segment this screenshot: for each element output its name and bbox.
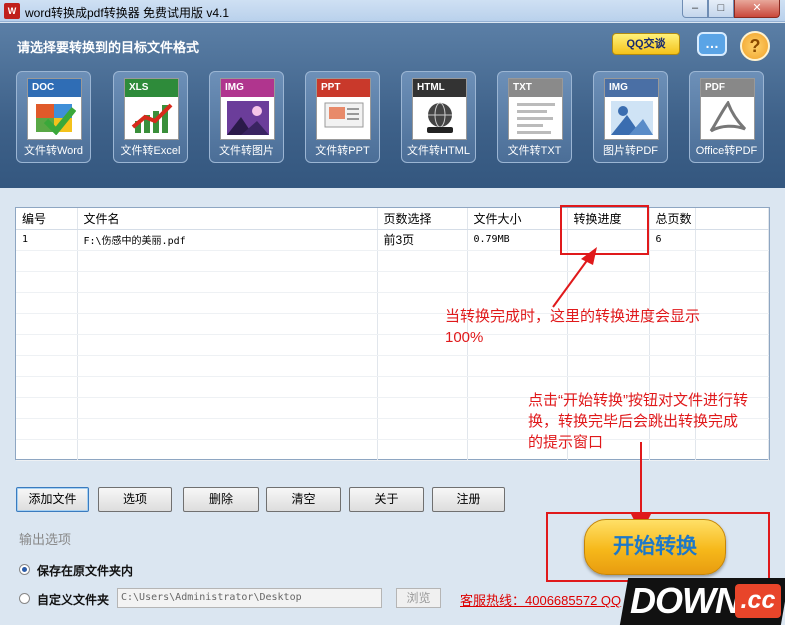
column-header[interactable]: 文件名 — [77, 208, 378, 230]
tool-to-ppt[interactable]: PPT 文件转PPT — [305, 71, 380, 163]
window-title: word转换成pdf转换器 免费试用版 v4.1 — [25, 6, 230, 20]
pdf-icon: PDF — [700, 78, 755, 140]
format-header: 请选择要转换到的目标文件格式 QQ交谈 … ? DOC 文件转Word XLS … — [0, 23, 785, 188]
acrobat-icon — [709, 101, 747, 133]
options-button[interactable]: 选项 — [98, 487, 172, 512]
title-bar: W word转换成pdf转换器 免费试用版 v4.1 – □ ✕ — [0, 0, 785, 22]
tool-to-image[interactable]: IMG 文件转图片 — [209, 71, 284, 163]
column-header[interactable]: 页数选择 — [377, 208, 468, 230]
text-lines-icon — [517, 103, 555, 134]
watermark-suffix: .cc — [735, 584, 781, 618]
word-doc-icon: DOC — [27, 78, 82, 140]
watermark-text: DOWN — [630, 580, 741, 621]
tool-label: 文件转Excel — [120, 145, 181, 157]
html-globe-icon: HTML — [412, 78, 467, 140]
photo-icon — [227, 101, 269, 135]
annotation-arrow-icon — [552, 247, 597, 308]
checkmark-icon — [36, 104, 76, 135]
landscape-icon — [611, 101, 653, 135]
output-section-label: 输出选项 — [19, 532, 72, 547]
column-header[interactable]: 总页数 — [649, 208, 696, 230]
chat-bubble-icon[interactable]: … — [697, 32, 727, 56]
txt-icon: TXT — [508, 78, 563, 140]
custom-folder-radio[interactable] — [19, 593, 30, 604]
close-button[interactable]: ✕ — [734, 0, 780, 18]
tool-label: 文件转图片 — [219, 145, 274, 157]
globe-icon — [427, 102, 453, 133]
tool-to-txt[interactable]: TXT 文件转TXT — [497, 71, 572, 163]
image-to-pdf-icon: IMG — [604, 78, 659, 140]
table-row — [16, 271, 769, 293]
tool-label: 文件转TXT — [507, 145, 562, 157]
chart-icon — [131, 103, 173, 133]
table-header: 编号 文件名 页数选择 文件大小 转换进度 总页数 — [16, 208, 769, 230]
minimize-button[interactable]: – — [682, 0, 708, 18]
down-cc-watermark: DOWN .cc — [619, 578, 785, 625]
tool-to-excel[interactable]: XLS 文件转Excel — [113, 71, 188, 163]
column-header[interactable]: 编号 — [16, 208, 78, 230]
start-convert-button[interactable]: 开始转换 — [584, 519, 726, 575]
page-selection[interactable]: 前3页 — [377, 229, 468, 251]
tool-office-to-pdf[interactable]: PDF Office转PDF — [689, 71, 764, 163]
qq-chat-button[interactable]: QQ交谈 — [612, 33, 680, 55]
tool-label: 文件转HTML — [407, 145, 470, 157]
same-folder-label[interactable]: 保存在原文件夹内 — [37, 562, 133, 579]
ppt-icon: PPT — [316, 78, 371, 140]
total-pages: 6 — [649, 229, 696, 251]
format-prompt: 请选择要转换到的目标文件格式 — [17, 40, 200, 55]
tool-label: 文件转Word — [23, 145, 84, 157]
column-header[interactable]: 文件大小 — [467, 208, 568, 230]
table-row — [16, 355, 769, 377]
browse-button[interactable]: 浏览 — [396, 588, 441, 608]
image-icon: IMG — [220, 78, 275, 140]
help-icon[interactable]: ? — [740, 31, 770, 61]
column-header — [695, 208, 769, 230]
excel-chart-icon: XLS — [124, 78, 179, 140]
table-row — [16, 250, 769, 272]
maximize-button[interactable]: □ — [708, 0, 734, 18]
empty-cell — [695, 229, 769, 251]
progress-note: 当转换完成时，这里的转换进度会显示 100% — [445, 308, 701, 346]
custom-folder-label[interactable]: 自定义文件夹 — [37, 591, 109, 608]
add-file-button[interactable]: 添加文件 — [16, 487, 89, 512]
table-row[interactable]: 1 F:\伤感中的美丽.pdf 前3页 0.79MB 6 — [16, 229, 769, 251]
hotline-link[interactable]: 客服热线：4006685572 QQ — [460, 590, 621, 609]
clear-button[interactable]: 清空 — [266, 487, 341, 512]
tool-to-word[interactable]: DOC 文件转Word — [16, 71, 91, 163]
row-number: 1 — [16, 229, 78, 251]
same-folder-radio[interactable] — [19, 564, 30, 575]
tool-to-html[interactable]: HTML 文件转HTML — [401, 71, 476, 163]
register-button[interactable]: 注册 — [432, 487, 505, 512]
output-path-field[interactable]: C:\Users\Administrator\Desktop — [117, 588, 382, 608]
app-icon: W — [4, 3, 20, 19]
tool-label: 图片转PDF — [603, 145, 658, 157]
about-button[interactable]: 关于 — [349, 487, 424, 512]
slide-icon — [324, 102, 364, 128]
file-name: F:\伤感中的美丽.pdf — [77, 229, 378, 251]
tool-label: Office转PDF — [695, 145, 758, 157]
delete-button[interactable]: 删除 — [183, 487, 259, 512]
tool-label: 文件转PPT — [315, 145, 370, 157]
tool-image-to-pdf[interactable]: IMG 图片转PDF — [593, 71, 668, 163]
